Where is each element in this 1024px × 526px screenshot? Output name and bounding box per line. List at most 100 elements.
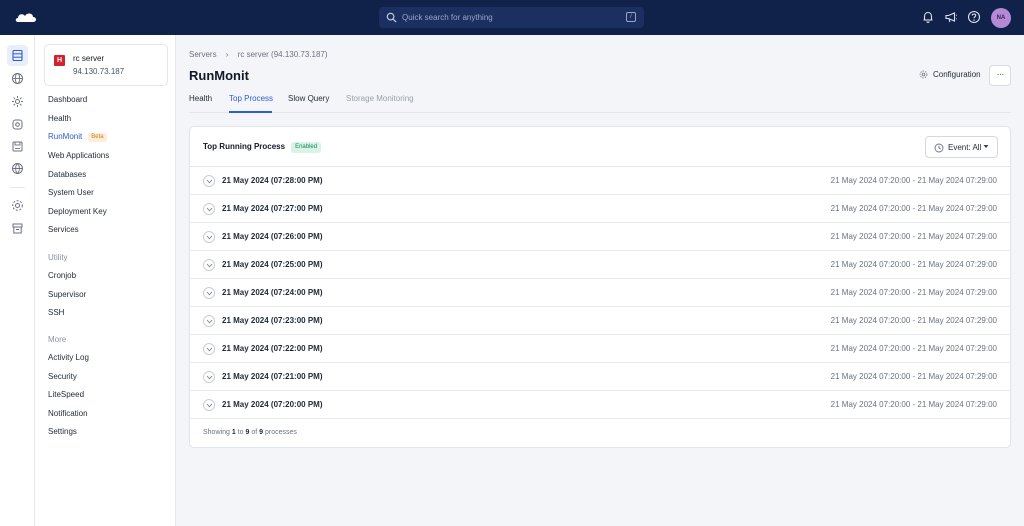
sidebar-item-label: Health (48, 114, 72, 123)
expand-toggle[interactable] (203, 315, 215, 327)
icon-rail (0, 35, 35, 526)
sidebar-item-label: Web Applications (48, 151, 110, 160)
sidebar-item-label: Notification (48, 409, 88, 418)
chevron-down-icon (206, 179, 213, 184)
breadcrumb-servers-link[interactable]: Servers (189, 50, 217, 59)
chevron-down-icon (206, 207, 213, 212)
server-name: rc server (73, 54, 105, 63)
integration-icon[interactable] (11, 118, 24, 131)
sidebar-item-security[interactable]: Security (48, 372, 77, 381)
cloud-logo-icon[interactable] (14, 10, 38, 24)
process-timestamp: 21 May 2024 (07:25:00 PM) (222, 260, 323, 269)
process-time-range: 21 May 2024 07:20:00 - 21 May 2024 07:29… (830, 232, 997, 241)
settings-gear-icon[interactable] (11, 95, 24, 108)
expand-toggle[interactable] (203, 175, 215, 187)
sidebar-item-dashboard[interactable]: Dashboard (48, 95, 87, 104)
search-shortcut-key: / (626, 12, 636, 22)
utility-heading: Utility (48, 253, 68, 262)
user-avatar[interactable]: NA (991, 8, 1011, 28)
network-icon[interactable] (11, 162, 24, 175)
chevron-right-icon: › (225, 50, 229, 59)
rail-divider (10, 187, 25, 188)
active-tab-indicator (229, 111, 272, 113)
top-navigation-bar: Quick search for anything / NA (0, 0, 1024, 35)
servers-icon[interactable] (7, 45, 28, 66)
panel-title-text: Top Running Process (203, 142, 286, 151)
tab-storage-monitoring[interactable]: Storage Monitoring (346, 94, 414, 103)
sidebar-item-label: Supervisor (48, 290, 87, 299)
sidebar-item-supervisor[interactable]: Supervisor (48, 290, 86, 299)
sidebar-item-label: Databases (48, 170, 87, 179)
breadcrumb-current: rc server (94.130.73.187) (237, 50, 328, 59)
sidebar-item-notification[interactable]: Notification (48, 409, 88, 418)
tab-slow-query[interactable]: Slow Query (288, 94, 329, 103)
sidebar-item-system-user[interactable]: System User (48, 188, 94, 197)
panel-header: Top Running Process Enabled Event: All (190, 127, 1010, 167)
expand-toggle[interactable] (203, 371, 215, 383)
sidebar-item-activity-log[interactable]: Activity Log (48, 353, 89, 362)
sidebar-item-label: Deployment Key (48, 207, 107, 216)
sidebar-item-label: Dashboard (48, 95, 88, 104)
archive-icon[interactable] (11, 222, 24, 235)
process-timestamp: 21 May 2024 (07:20:00 PM) (222, 400, 323, 409)
process-row[interactable]: 21 May 2024 (07:27:00 PM) 21 May 2024 07:… (190, 195, 1010, 223)
sidebar-item-health[interactable]: Health (48, 114, 71, 123)
sidebar-item-deployment-key[interactable]: Deployment Key (48, 207, 107, 216)
tab-health[interactable]: Health (189, 94, 212, 103)
more-heading: More (48, 335, 67, 344)
expand-toggle[interactable] (203, 399, 215, 411)
chevron-down-icon (206, 375, 213, 380)
process-row[interactable]: 21 May 2024 (07:24:00 PM) 21 May 2024 07:… (190, 279, 1010, 307)
expand-toggle[interactable] (203, 259, 215, 271)
expand-toggle[interactable] (203, 343, 215, 355)
sidebar-item-label: Activity Log (48, 353, 89, 362)
sidebar-item-label: System User (48, 188, 94, 197)
expand-toggle[interactable] (203, 287, 215, 299)
server-provider-logo: H (54, 55, 65, 66)
bell-icon[interactable] (921, 10, 935, 24)
process-row[interactable]: 21 May 2024 (07:21:00 PM) 21 May 2024 07:… (190, 363, 1010, 391)
sidebar-item-databases[interactable]: Databases (48, 170, 86, 179)
sidebar-item-label: Services (48, 225, 79, 234)
sidebar-item-label: Settings (48, 427, 77, 436)
storage-icon[interactable] (11, 140, 24, 153)
more-options-button[interactable]: ··· (989, 65, 1011, 86)
help-icon[interactable] (967, 10, 981, 24)
status-badge: Enabled (291, 142, 322, 153)
sidebar-item-runmonit[interactable]: RunMonit Beta (48, 132, 107, 142)
preferences-icon[interactable] (11, 199, 24, 212)
configuration-button[interactable]: Configuration (919, 70, 981, 79)
sidebar-item-label: Security (48, 372, 77, 381)
page-title: RunMonit (189, 68, 249, 83)
process-row[interactable]: 21 May 2024 (07:26:00 PM) 21 May 2024 07:… (190, 223, 1010, 251)
sidebar-item-settings[interactable]: Settings (48, 427, 77, 436)
sidebar-item-ssh[interactable]: SSH (48, 308, 64, 317)
expand-toggle[interactable] (203, 231, 215, 243)
sidebar-item-litespeed[interactable]: LiteSpeed (48, 390, 84, 399)
sidebar-item-cronjob[interactable]: Cronjob (48, 271, 76, 280)
tab-top-process[interactable]: Top Process (229, 94, 273, 103)
search-icon (386, 12, 397, 23)
expand-toggle[interactable] (203, 203, 215, 215)
panel-title: Top Running Process Enabled (203, 142, 322, 153)
process-row[interactable]: 21 May 2024 (07:28:00 PM) 21 May 2024 07:… (190, 167, 1010, 195)
process-row[interactable]: 21 May 2024 (07:20:00 PM) 21 May 2024 07:… (190, 391, 1010, 419)
process-time-range: 21 May 2024 07:20:00 - 21 May 2024 07:29… (830, 288, 997, 297)
globe-icon[interactable] (11, 72, 24, 85)
process-row[interactable]: 21 May 2024 (07:23:00 PM) 21 May 2024 07:… (190, 307, 1010, 335)
breadcrumb: Servers › rc server (94.130.73.187) (189, 50, 328, 59)
quick-search-input[interactable]: Quick search for anything / (379, 7, 644, 28)
chevron-down-icon (206, 403, 213, 408)
chevron-down-icon (206, 319, 213, 324)
server-card[interactable]: H rc server 94.130.73.187 (44, 44, 168, 86)
sidebar-item-label: RunMonit (48, 132, 83, 141)
process-row[interactable]: 21 May 2024 (07:25:00 PM) 21 May 2024 07:… (190, 251, 1010, 279)
sidebar-item-web-applications[interactable]: Web Applications (48, 151, 109, 160)
process-time-range: 21 May 2024 07:20:00 - 21 May 2024 07:29… (830, 204, 997, 213)
process-timestamp: 21 May 2024 (07:26:00 PM) (222, 232, 323, 241)
process-row[interactable]: 21 May 2024 (07:22:00 PM) 21 May 2024 07:… (190, 335, 1010, 363)
event-filter-dropdown[interactable]: Event: All (925, 136, 998, 158)
megaphone-icon[interactable] (944, 10, 958, 24)
search-placeholder: Quick search for anything (402, 13, 493, 22)
sidebar-item-services[interactable]: Services (48, 225, 79, 234)
